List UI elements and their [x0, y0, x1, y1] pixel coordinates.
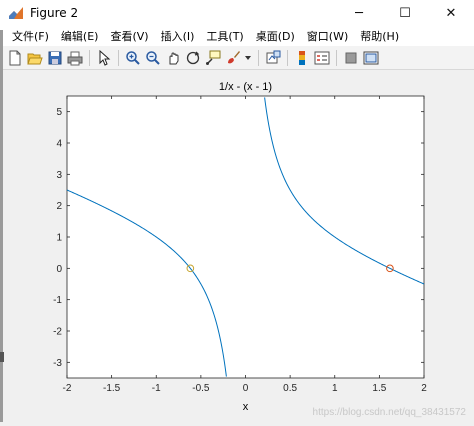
matlab-logo-icon	[9, 7, 23, 19]
figure-canvas[interactable]: -2 -1.5 -1 -0.5 0 0.5 1 1.5 2 -3 -2 -1 0 1 2 3 4 5 1/x - …	[0, 71, 474, 422]
data-cursor-button[interactable]	[204, 49, 222, 67]
y-tick-label: -2	[53, 327, 62, 338]
toolbar-separator	[258, 49, 259, 66]
maximize-icon: ☐	[399, 5, 411, 21]
colorbar-icon	[299, 50, 305, 65]
new-figure-button[interactable]	[6, 49, 24, 67]
rotate-3d-icon	[186, 51, 200, 64]
pan-button[interactable]	[164, 49, 182, 67]
background-window-edge	[0, 30, 3, 422]
menu-tools[interactable]: 工具(T)	[200, 28, 249, 44]
legend-icon	[314, 51, 330, 64]
chevron-down-icon	[245, 55, 251, 60]
save-icon	[48, 51, 62, 64]
toolbar-separator	[287, 49, 288, 66]
show-plot-tools-button[interactable]	[362, 49, 380, 67]
figure-toolbar	[0, 46, 474, 70]
legend-button[interactable]	[313, 49, 331, 67]
x-tick-label: 1.5	[372, 383, 386, 394]
menu-insert[interactable]: 插入(I)	[155, 28, 201, 44]
maximize-button[interactable]: ☐	[382, 0, 428, 26]
pan-icon	[169, 52, 179, 64]
window-title-bar[interactable]: Figure 2 ─ ☐ ✕	[0, 0, 474, 27]
x-tick-label: 0.5	[283, 383, 297, 394]
axes-box	[66, 95, 425, 379]
chart-title: 1/x - (x - 1)	[219, 81, 272, 93]
brush-dropdown-button[interactable]	[244, 49, 252, 67]
x-tick-label: -2	[63, 383, 72, 394]
minimize-icon: ─	[355, 5, 363, 21]
show-plot-tools-icon	[363, 51, 379, 64]
print-button[interactable]	[66, 49, 84, 67]
close-icon: ✕	[445, 5, 457, 21]
menu-desktop[interactable]: 桌面(D)	[250, 28, 301, 44]
zoom-in-button[interactable]	[124, 49, 142, 67]
y-tick-label: -3	[53, 358, 62, 369]
x-tick-label: -0.5	[192, 383, 210, 394]
brush-icon	[228, 50, 240, 63]
plot-axes[interactable]: -2 -1.5 -1 -0.5 0 0.5 1 1.5 2 -3 -2 -1 0 1 2 3 4 5 1/x - …	[0, 71, 474, 422]
menu-window[interactable]: 窗口(W)	[301, 28, 354, 44]
save-button[interactable]	[46, 49, 64, 67]
toolbar-separator	[118, 49, 119, 66]
window-title: Figure 2	[30, 6, 79, 20]
menu-file[interactable]: 文件(F)	[0, 28, 55, 44]
hide-plot-tools-button[interactable]	[342, 49, 360, 67]
x-axis-label: x	[243, 401, 249, 413]
background-window-tab	[0, 352, 4, 362]
x-tick-label: -1.5	[103, 383, 121, 394]
open-file-icon	[27, 53, 43, 64]
y-tick-label: 1	[56, 233, 62, 244]
minimize-button[interactable]: ─	[336, 0, 382, 26]
toolbar-separator	[89, 49, 90, 66]
open-file-button[interactable]	[26, 49, 44, 67]
toolbar-separator	[336, 49, 337, 66]
pointer-button[interactable]	[95, 49, 113, 67]
pointer-icon	[99, 49, 111, 66]
x-tick-label: -1	[152, 383, 161, 394]
zoom-out-button[interactable]	[144, 49, 162, 67]
close-button[interactable]: ✕	[428, 0, 474, 26]
menu-edit[interactable]: 编辑(E)	[55, 28, 105, 44]
brush-button[interactable]	[224, 49, 242, 67]
menu-help[interactable]: 帮助(H)	[354, 28, 405, 44]
x-tick-label: 1	[332, 383, 338, 394]
y-tick-label: 5	[56, 107, 62, 118]
zoom-out-icon	[146, 50, 160, 65]
y-tick-label: 2	[56, 201, 62, 212]
y-tick-label: 0	[56, 264, 62, 275]
print-icon	[67, 51, 83, 65]
menu-bar: 文件(F) 编辑(E) 查看(V) 插入(I) 工具(T) 桌面(D) 窗口(W…	[0, 26, 474, 46]
new-figure-icon	[9, 50, 21, 65]
rotate-3d-button[interactable]	[184, 49, 202, 67]
menu-view[interactable]: 查看(V)	[104, 28, 154, 44]
y-tick-label: 4	[56, 139, 62, 150]
watermark: https://blog.csdn.net/qq_38431572	[313, 407, 467, 418]
data-cursor-icon	[206, 50, 221, 65]
zoom-in-icon	[126, 50, 140, 65]
link-plot-button[interactable]	[264, 49, 282, 67]
colorbar-button[interactable]	[293, 49, 311, 67]
y-tick-label: -1	[53, 295, 62, 306]
x-tick-label: 0	[243, 383, 249, 394]
link-plot-icon	[266, 50, 281, 63]
hide-plot-tools-icon	[345, 52, 357, 63]
x-tick-label: 2	[421, 383, 427, 394]
y-tick-label: 3	[56, 170, 62, 181]
